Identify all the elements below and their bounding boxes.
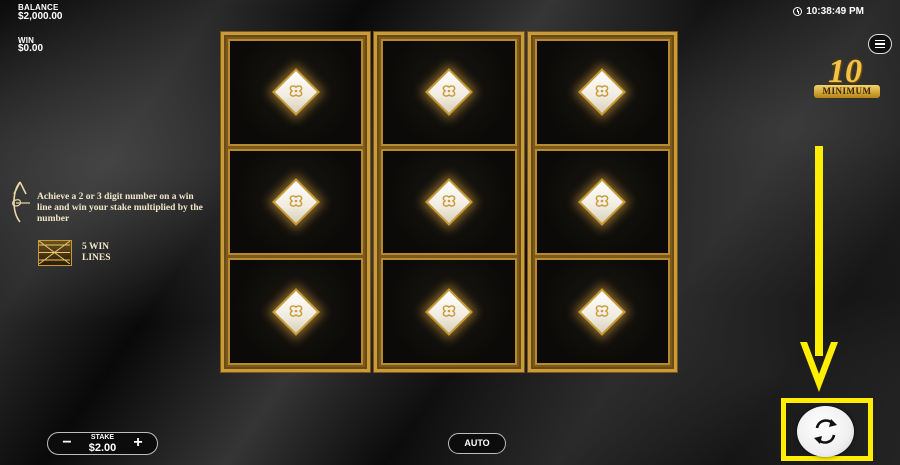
menu-button[interactable] xyxy=(868,34,892,54)
diamond-symbol-icon xyxy=(578,287,627,336)
clock-icon xyxy=(793,7,803,16)
clock-time: 10:38:49 PM xyxy=(806,6,864,17)
spin-button[interactable] xyxy=(797,406,854,457)
grid-column-2 xyxy=(374,32,524,372)
scratch-cell[interactable] xyxy=(228,39,364,146)
scratch-cell[interactable] xyxy=(534,148,670,256)
scratch-cell[interactable] xyxy=(381,258,517,366)
win-value: $0.00 xyxy=(18,43,44,54)
diamond-symbol-icon xyxy=(271,287,320,336)
scratch-cell[interactable] xyxy=(381,39,517,146)
badge-ribbon: MINIMUM xyxy=(814,85,880,98)
diamond-symbol-icon xyxy=(271,177,320,227)
scratch-cell[interactable] xyxy=(534,258,670,366)
balance-value: $2,000.00 xyxy=(18,11,63,22)
down-arrow-highlight-icon xyxy=(800,146,838,392)
stake-increase-button[interactable]: + xyxy=(127,433,149,453)
diamond-symbol-icon xyxy=(271,68,320,117)
grid-column-3 xyxy=(527,32,677,372)
win-lines-info: 5 WIN LINES xyxy=(38,240,122,266)
win-lines-icon xyxy=(38,240,72,266)
scratch-cell[interactable] xyxy=(228,258,364,366)
scratch-cell[interactable] xyxy=(534,39,670,146)
win-lines-text: 5 WIN LINES xyxy=(82,242,111,263)
diamond-symbol-icon xyxy=(578,68,627,117)
scratch-cell[interactable] xyxy=(228,148,364,256)
diamond-symbol-icon xyxy=(424,177,474,227)
refresh-icon xyxy=(814,419,837,444)
auto-button[interactable]: AUTO xyxy=(448,433,506,454)
grid-column-1 xyxy=(221,32,371,372)
clock: 10:38:49 PM xyxy=(793,6,864,17)
scratch-cell[interactable] xyxy=(381,148,517,256)
diamond-symbol-icon xyxy=(424,287,474,336)
diamond-symbol-icon xyxy=(578,177,627,227)
minimum-multiplier-badge: 10 MINIMUM xyxy=(806,53,886,105)
rules-text: Achieve a 2 or 3 digit number on a win l… xyxy=(37,192,203,224)
scratch-grid xyxy=(221,32,677,372)
diamond-symbol-icon xyxy=(424,68,474,117)
hamburger-icon xyxy=(875,39,885,42)
ornamental-arrow-icon xyxy=(12,181,30,223)
stake-control: − STAKE $2.00 + xyxy=(47,432,158,455)
